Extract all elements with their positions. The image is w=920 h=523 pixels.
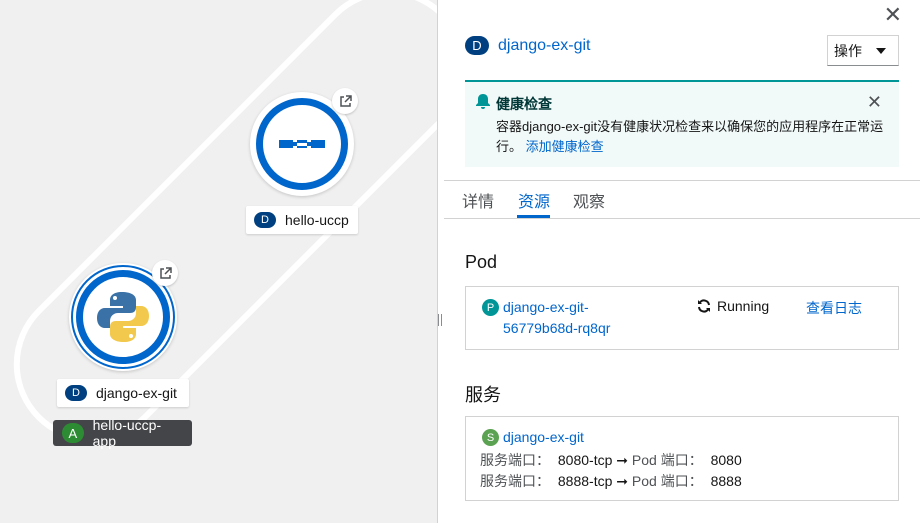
external-link-icon [339, 94, 352, 107]
uccp-logo-icon [279, 140, 325, 148]
tab-resources[interactable]: 资源 [518, 188, 550, 212]
python-logo-icon [97, 292, 149, 342]
pod-section-heading: Pod [465, 252, 498, 272]
pod-port-value: 8080 [710, 452, 742, 468]
pod-badge: P [482, 299, 499, 316]
actions-label: 操作 [834, 42, 862, 59]
sync-icon [698, 299, 710, 313]
pod-port-label: Pod 端口： [631, 452, 703, 468]
service-port-row: 服务端口： 8080-tcp ➞ Pod 端口： 8080 [480, 450, 742, 470]
node-name: django-ex-git [96, 385, 177, 401]
pod-port-value: 8888 [710, 473, 742, 489]
service-card: S django-ex-git 服务端口： 8080-tcp ➞ Pod 端口：… [465, 416, 899, 501]
deployment-badge: D [465, 36, 489, 55]
django-ex-git-external-link-icon[interactable] [152, 260, 178, 286]
tab-observe[interactable]: 观察 [573, 188, 605, 212]
resize-handle-icon[interactable] [438, 314, 442, 326]
pod-status-text: Running [717, 298, 770, 314]
service-badge: S [482, 429, 499, 446]
active-tab-indicator [517, 215, 550, 218]
pod-port-label: Pod 端口： [631, 473, 703, 489]
service-port-value: 8888-tcp [557, 473, 613, 489]
pod-name-line1: django-ex-git- [503, 299, 589, 315]
deployment-badge: D [254, 212, 276, 228]
alert-close-icon[interactable]: ✕ [867, 92, 882, 113]
panel-tabs: 详情 资源 观察 [444, 180, 920, 219]
pod-status: Running [697, 298, 769, 314]
health-check-alert: 健康检查 ✕ 容器django-ex-git没有健康状况检查来以确保您的应用程序… [465, 80, 899, 167]
service-port-label: 服务端口： [480, 473, 550, 489]
service-port-row: 服务端口： 8888-tcp ➞ Pod 端口： 8888 [480, 471, 742, 491]
service-name-link[interactable]: django-ex-git [503, 429, 584, 445]
hello-uccp-external-link-icon[interactable] [332, 88, 358, 114]
alert-body: 容器django-ex-git没有健康状况检查来以确保您的应用程序在正常运行。 … [496, 117, 886, 157]
panel-resize-divider[interactable] [437, 0, 444, 523]
application-name: hello-uccp-app [92, 417, 162, 449]
arrow-right-icon: ➞ [616, 452, 628, 468]
service-port-label: 服务端口： [480, 452, 550, 468]
service-port-value: 8080-tcp [557, 452, 613, 468]
external-link-icon [159, 266, 172, 279]
tab-details[interactable]: 详情 [462, 188, 494, 212]
node-name: hello-uccp [285, 212, 349, 228]
deployment-badge: D [65, 385, 87, 401]
resource-title: D django-ex-git [465, 36, 591, 55]
view-logs-link[interactable]: 查看日志 [806, 298, 862, 318]
actions-dropdown[interactable]: 操作 [827, 35, 899, 66]
pod-name-link[interactable]: django-ex-git- 56779b68d-rq8qr [503, 297, 610, 339]
caret-down-icon [876, 48, 886, 54]
pod-card: P django-ex-git- 56779b68d-rq8qr Running… [465, 286, 899, 350]
arrow-right-icon: ➞ [616, 473, 628, 489]
bell-icon [476, 94, 490, 109]
application-badge: A [62, 423, 84, 443]
django-ex-git-node-label[interactable]: D django-ex-git [57, 379, 189, 407]
service-section-heading: 服务 [465, 385, 501, 405]
add-health-check-link[interactable]: 添加健康检查 [526, 139, 604, 154]
alert-title: 健康检查 [496, 96, 552, 112]
topology-canvas[interactable]: D hello-uccp D django-ex-git A hello-ucc… [0, 0, 437, 523]
resource-side-panel: ✕ D django-ex-git 操作 健康检查 ✕ 容器django-ex-… [444, 0, 920, 523]
hello-uccp-node-label[interactable]: D hello-uccp [246, 206, 358, 234]
resource-name-link[interactable]: django-ex-git [498, 37, 591, 55]
application-group-label[interactable]: A hello-uccp-app [53, 417, 192, 449]
pod-name-line2: 56779b68d-rq8qr [503, 320, 611, 336]
close-panel-icon[interactable]: ✕ [884, 4, 902, 26]
